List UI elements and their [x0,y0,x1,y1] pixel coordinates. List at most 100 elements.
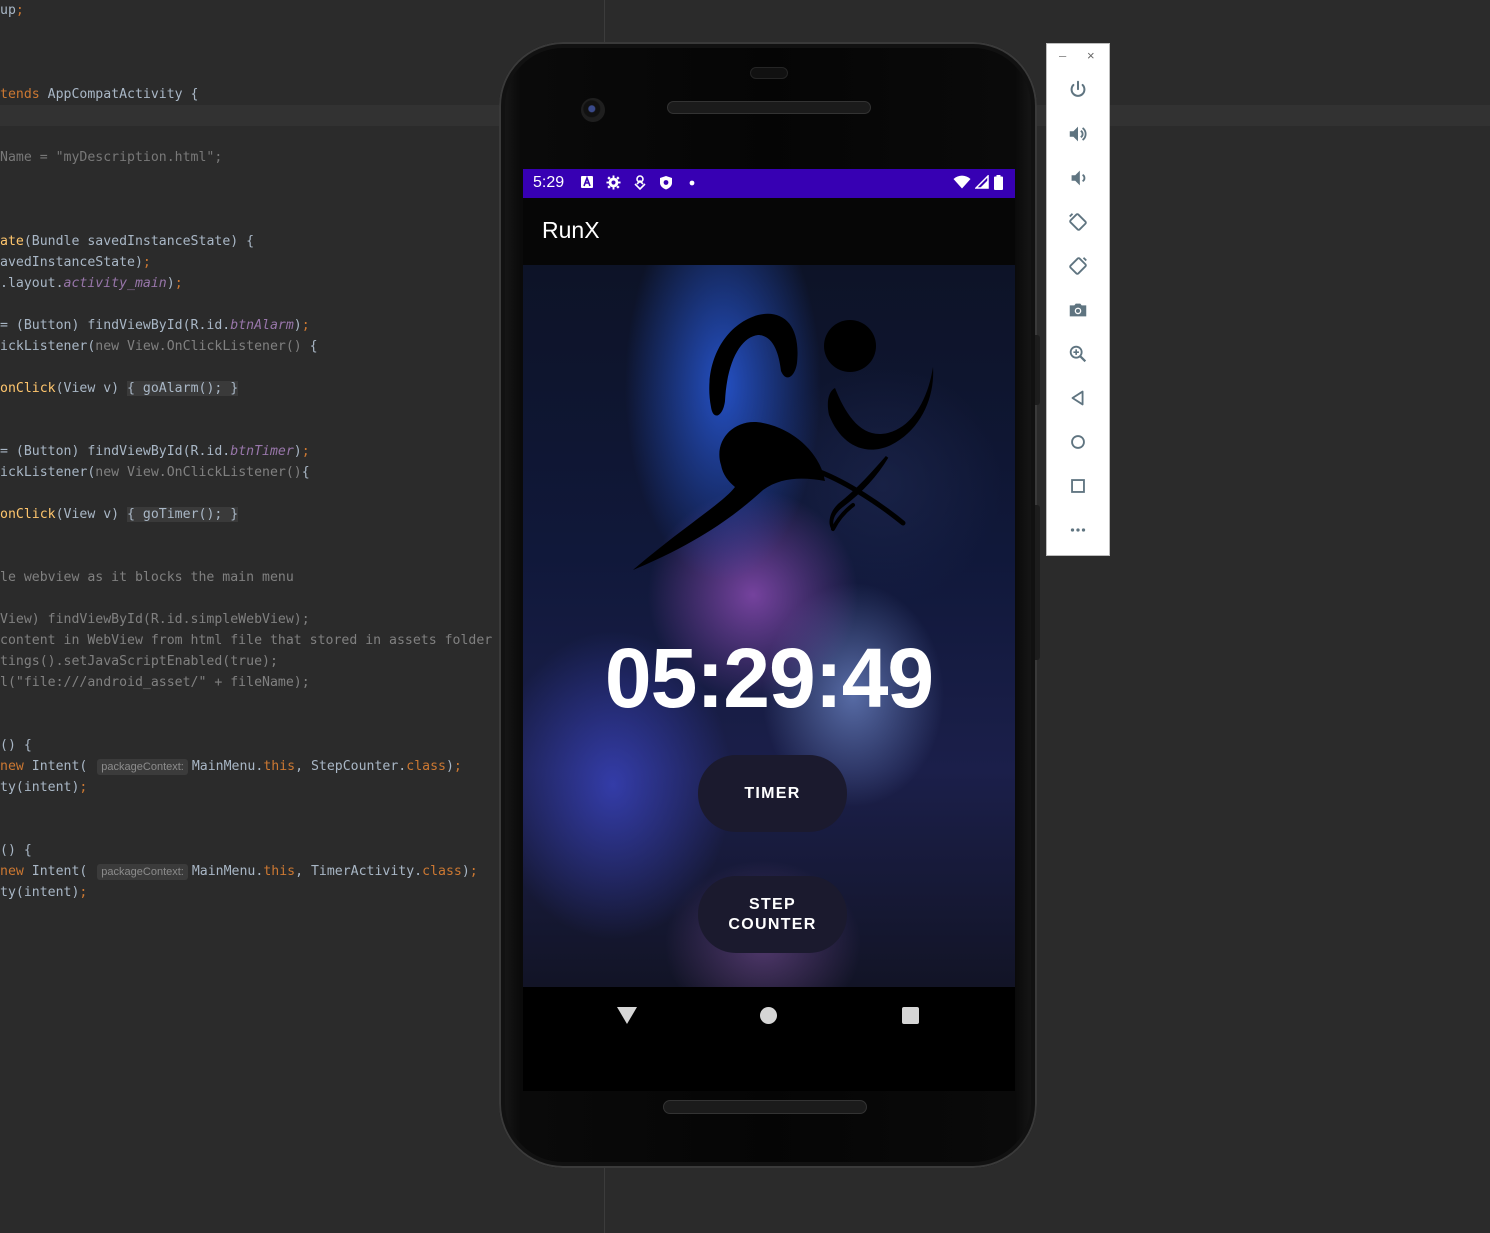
runx-runner-logo [633,313,934,570]
code-token: Intent( [23,864,96,879]
code-line[interactable]: avedInstanceState); [0,252,151,273]
code-token: { goAlarm(); } [127,381,239,396]
camera-icon[interactable] [1064,296,1092,324]
code-token: AppCompatActivity { [39,87,199,102]
code-line[interactable]: le webview as it blocks the main menu [0,567,294,588]
code-line[interactable]: new Intent( packageContext: MainMenu.this… [0,861,478,882]
more-icon[interactable] [1064,516,1092,544]
code-token: up [0,3,16,18]
code-token: ; [469,864,478,879]
code-token: content in WebView from html file that s… [0,633,493,648]
code-token: ) [293,444,302,459]
wifi-icon [953,175,971,191]
timer-button[interactable]: TIMER [698,755,847,832]
device-screen[interactable]: 5:29 RunX 05:29:49 TIMER STEP COUNTER [523,169,1015,1091]
code-line[interactable]: tends AppCompatActivity { [0,84,199,105]
code-token: ; [453,759,462,774]
app-title: RunX [542,217,600,243]
code-token: ; [174,276,183,291]
code-line[interactable]: Name = "myDescription.html"; [0,147,222,168]
code-token: ; [301,318,310,333]
code-token: tends [0,87,40,102]
power-side-button [1035,335,1040,405]
power-icon[interactable] [1064,76,1092,104]
code-token: new [95,465,128,480]
location-pin-icon [632,175,648,191]
nav-recents-icon[interactable] [902,1007,919,1024]
code-token: onClick [0,507,56,522]
code-token: Name = [0,150,56,165]
battery-icon [993,175,1003,191]
code-token: btnTimer [230,444,294,459]
code-token: () { [0,738,32,753]
code-line[interactable]: tings().setJavaScriptEnabled(true); [0,651,278,672]
code-token: ; [79,885,88,900]
code-token: new [0,864,24,879]
zoom-icon[interactable] [1064,340,1092,368]
code-token: (View v) [55,507,128,522]
app-bar: RunX [523,198,1015,265]
rotate-right-icon[interactable] [1064,252,1092,280]
code-token: View.OnClickListener() [127,339,310,354]
code-line[interactable]: l("file:///android_asset/" + fileName); [0,672,310,693]
code-token: ; [79,780,88,795]
code-token: MainMenu. [191,864,264,879]
home-icon[interactable] [1064,428,1092,456]
code-token: "myDescription.html" [55,150,215,165]
code-token: { [309,339,318,354]
code-token: { goTimer(); } [127,507,239,522]
code-token: ty(intent) [0,885,80,900]
step-counter-label-line1: STEP [749,895,796,913]
code-token: ; [15,3,24,18]
code-line[interactable]: .layout.activity_main); [0,273,183,294]
nav-home-icon[interactable] [760,1007,777,1024]
code-token: class [406,759,446,774]
code-token: ; [142,255,151,270]
code-token: MainMenu. [191,759,264,774]
code-token: { [301,465,310,480]
code-token: ; [301,444,310,459]
code-line[interactable]: new Intent( packageContext: MainMenu.this… [0,756,462,777]
code-line[interactable]: up; [0,0,24,21]
code-line[interactable]: ty(intent); [0,777,87,798]
code-line[interactable]: ickListener(new View.OnClickListener() { [0,336,318,357]
emulator-toolbar: – × [1046,43,1110,556]
toolbar-close-button[interactable]: × [1087,48,1095,63]
code-token: , TimerActivity. [295,864,423,879]
code-token: = (Button) findViewById(R.id. [0,318,231,333]
code-line[interactable]: ty(intent); [0,882,87,903]
code-line[interactable]: = (Button) findViewById(R.id.btnTimer); [0,441,310,462]
volume-up-icon[interactable] [1064,120,1092,148]
code-line[interactable]: ickListener(new View.OnClickListener(){ [0,462,310,483]
overview-icon[interactable] [1064,472,1092,500]
code-line[interactable]: onClick(View v) { goAlarm(); } [0,378,239,399]
code-token: View) findViewById(R.id.simpleWebView); [0,612,310,627]
rotate-left-icon[interactable] [1064,208,1092,236]
code-line[interactable]: onClick(View v) { goTimer(); } [0,504,239,525]
back-icon[interactable] [1064,384,1092,412]
code-token: , StepCounter. [295,759,407,774]
code-token: (Bundle savedInstanceState) { [23,234,255,249]
code-token: new [0,759,24,774]
code-token: ) [293,318,302,333]
code-token: = (Button) findViewById(R.id. [0,444,231,459]
step-counter-button[interactable]: STEP COUNTER [698,876,847,953]
step-counter-label-line2: COUNTER [728,915,817,933]
code-line[interactable]: content in WebView from html file that s… [0,630,492,651]
code-token: (View v) [55,381,128,396]
code-line[interactable]: () { [0,840,32,861]
code-token: le webview as it blocks the main menu [0,570,294,585]
code-token: ickListener( [0,339,96,354]
volume-down-icon[interactable] [1064,164,1092,192]
parameter-hint: packageContext: [97,759,188,775]
code-line[interactable]: = (Button) findViewById(R.id.btnAlarm); [0,315,310,336]
nav-back-icon[interactable] [617,1007,637,1024]
code-token: .layout. [0,276,64,291]
toolbar-minimize-button[interactable]: – [1059,48,1066,63]
notification-dot-icon [684,175,700,191]
code-line[interactable]: ate(Bundle savedInstanceState) { [0,231,254,252]
timer-button-label: TIMER [744,784,801,802]
code-token: ate [0,234,24,249]
code-line[interactable]: () { [0,735,32,756]
code-line[interactable]: View) findViewById(R.id.simpleWebView); [0,609,310,630]
